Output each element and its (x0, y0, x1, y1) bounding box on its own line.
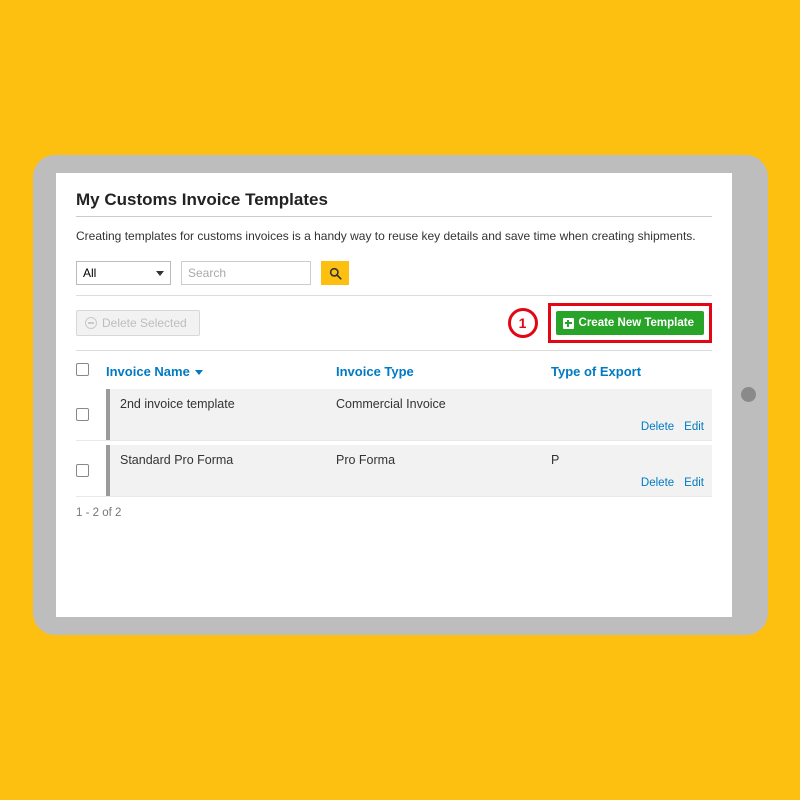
app-screen: My Customs Invoice Templates Creating te… (56, 173, 732, 617)
table-header-row: Invoice Name Invoice Type Type of Export (76, 351, 712, 389)
search-input[interactable] (181, 261, 311, 285)
row-checkbox[interactable] (76, 408, 89, 421)
row-check-cell (76, 445, 106, 496)
header-export-type[interactable]: Type of Export (551, 364, 712, 379)
table-row: 2nd invoice template Commercial Invoice … (76, 389, 712, 441)
select-all-cell (76, 363, 106, 379)
row-edit-link[interactable]: Edit (684, 421, 704, 433)
cell-export-type (551, 397, 712, 415)
toolbar: All (76, 261, 712, 296)
create-new-template-button[interactable]: Create New Template (556, 311, 704, 335)
row-delete-link[interactable]: Delete (641, 477, 674, 489)
page-subtitle: Creating templates for customs invoices … (76, 229, 712, 243)
tablet-frame: My Customs Invoice Templates Creating te… (33, 155, 768, 635)
row-actions: Delete Edit (120, 471, 712, 493)
create-action-group: 1 Create New Template (508, 303, 712, 343)
header-invoice-name-label: Invoice Name (106, 364, 190, 379)
create-button-label: Create New Template (579, 317, 694, 329)
header-invoice-name[interactable]: Invoice Name (106, 364, 336, 379)
select-all-checkbox[interactable] (76, 363, 89, 376)
filter-select-value: All (83, 266, 96, 280)
step-callout-number: 1 (519, 315, 527, 331)
cell-invoice-name: 2nd invoice template (120, 397, 336, 415)
cell-invoice-type: Pro Forma (336, 453, 551, 471)
page-title: My Customs Invoice Templates (76, 190, 712, 217)
step-callout: 1 (508, 308, 538, 338)
action-row: Delete Selected 1 Create New Template (76, 296, 712, 351)
row-data: 2nd invoice template Commercial Invoice (120, 397, 712, 415)
delete-selected-button[interactable]: Delete Selected (76, 310, 200, 336)
chevron-down-icon (156, 271, 164, 276)
filter-select[interactable]: All (76, 261, 171, 285)
delete-selected-label: Delete Selected (102, 316, 187, 330)
row-check-cell (76, 389, 106, 440)
table-row: Standard Pro Forma Pro Forma P Delete Ed… (76, 445, 712, 497)
row-body[interactable]: Standard Pro Forma Pro Forma P Delete Ed… (106, 445, 712, 496)
cell-invoice-type: Commercial Invoice (336, 397, 551, 415)
minus-circle-icon (85, 317, 97, 329)
search-button[interactable] (321, 261, 349, 285)
sort-desc-icon (195, 370, 203, 375)
cell-export-type: P (551, 453, 712, 471)
tablet-home-button[interactable] (741, 387, 756, 402)
row-edit-link[interactable]: Edit (684, 477, 704, 489)
plus-icon (563, 318, 574, 329)
cell-invoice-name: Standard Pro Forma (120, 453, 336, 471)
row-data: Standard Pro Forma Pro Forma P (120, 453, 712, 471)
create-highlight: Create New Template (548, 303, 712, 343)
row-body[interactable]: 2nd invoice template Commercial Invoice … (106, 389, 712, 440)
pagination-text: 1 - 2 of 2 (76, 507, 712, 519)
row-checkbox[interactable] (76, 464, 89, 477)
search-icon (329, 267, 342, 280)
row-actions: Delete Edit (120, 415, 712, 437)
row-delete-link[interactable]: Delete (641, 421, 674, 433)
header-invoice-type[interactable]: Invoice Type (336, 364, 551, 379)
